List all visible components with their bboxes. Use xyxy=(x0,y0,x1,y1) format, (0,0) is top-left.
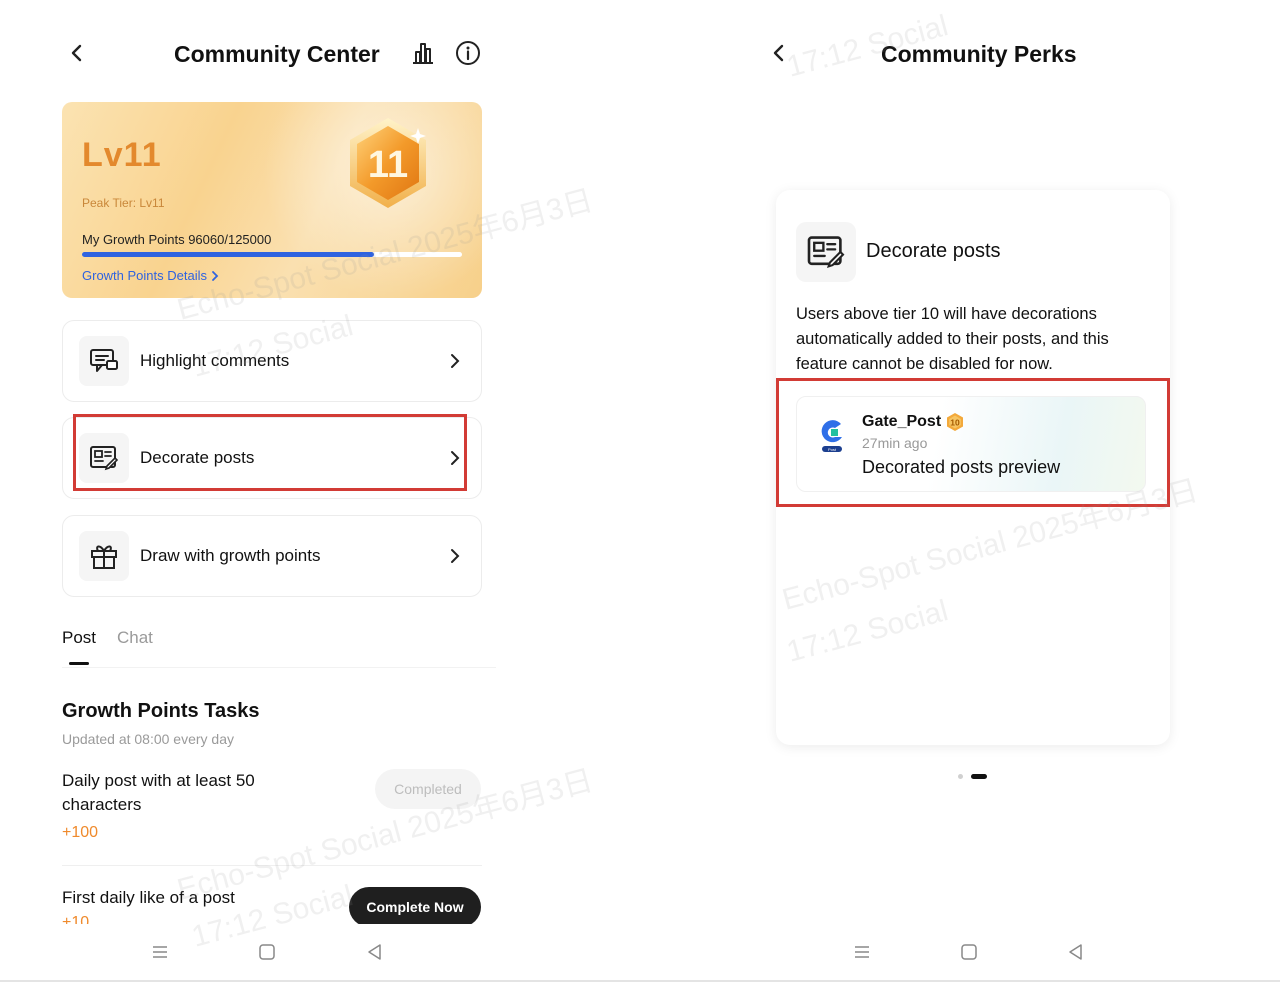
perk-title: Decorate posts xyxy=(866,240,1001,262)
triangle-back-icon xyxy=(368,944,381,960)
community-center-screen: Community Center Lv11 11 Peak Tier: Lv11… xyxy=(40,0,510,982)
community-perks-screen: Community Perks Decorate posts Users abo… xyxy=(748,0,1238,982)
chevron-left-icon xyxy=(71,44,82,62)
tab-divider xyxy=(62,667,496,668)
growth-points-details-link[interactable]: Growth Points Details xyxy=(82,268,219,283)
page-dot xyxy=(958,774,963,779)
section-subtitle: Updated at 08:00 every day xyxy=(62,731,235,747)
back-nav-button[interactable] xyxy=(1064,940,1088,964)
level-label: Lv11 xyxy=(82,136,162,174)
back-button[interactable] xyxy=(764,38,794,68)
active-tab-indicator xyxy=(69,662,89,665)
avatar: Post xyxy=(817,417,847,452)
stats-button[interactable] xyxy=(408,38,438,68)
page-title: Community Center xyxy=(174,41,380,67)
back-nav-button[interactable] xyxy=(363,940,387,964)
tier-badge-icon: 10 xyxy=(947,413,963,431)
gift-icon xyxy=(79,531,129,581)
task-points: +100 xyxy=(62,824,99,841)
preview-text: Decorated posts preview xyxy=(862,457,1061,477)
growth-points-details-label: Growth Points Details xyxy=(82,268,207,283)
square-icon xyxy=(961,944,977,960)
pagination-indicator xyxy=(958,774,987,779)
growth-progress-bar xyxy=(82,252,462,257)
menu-item-label: Highlight comments xyxy=(140,351,290,370)
info-button[interactable] xyxy=(453,38,483,68)
svg-text:11: 11 xyxy=(368,144,408,186)
chevron-right-icon xyxy=(447,548,463,564)
menu-item-label: Draw with growth points xyxy=(140,546,321,565)
tab-post[interactable]: Post xyxy=(62,628,96,648)
menu-icon xyxy=(855,946,869,958)
chevron-right-icon xyxy=(212,270,219,281)
decorate-post-icon xyxy=(79,433,129,483)
home-nav-button[interactable] xyxy=(957,940,981,964)
chevron-right-icon xyxy=(447,353,463,369)
divider xyxy=(62,865,482,866)
comment-highlight-icon xyxy=(79,336,129,386)
menu-icon xyxy=(153,946,167,958)
level-badge-icon: 11 xyxy=(350,118,426,208)
menu-item-highlight-comments[interactable]: Highlight comments xyxy=(62,320,482,402)
preview-username: Gate_Post xyxy=(862,413,942,430)
growth-progress-fill xyxy=(82,252,375,257)
section-title: Growth Points Tasks xyxy=(62,700,260,722)
task-description: Daily post with at least 50 characters xyxy=(62,771,255,814)
perk-card: Decorate posts Users above tier 10 will … xyxy=(776,190,1170,745)
preview-timestamp: 27min ago xyxy=(862,435,928,451)
info-icon xyxy=(456,41,480,65)
back-button[interactable] xyxy=(62,38,92,68)
menu-item-label: Decorate posts xyxy=(140,448,255,467)
menu-nav-button[interactable] xyxy=(148,940,172,964)
complete-now-button[interactable]: Complete Now xyxy=(349,887,481,927)
svg-text:Post: Post xyxy=(828,447,837,452)
page-dot-active xyxy=(971,774,987,779)
tab-chat[interactable]: Chat xyxy=(117,628,153,648)
bar-chart-icon xyxy=(413,43,433,64)
triangle-back-icon xyxy=(1069,944,1082,960)
task-description: First daily like of a post xyxy=(62,888,235,907)
menu-item-draw-growth-points[interactable]: Draw with growth points xyxy=(62,515,482,597)
page-title: Community Perks xyxy=(881,41,1077,67)
chevron-left-icon xyxy=(773,44,784,62)
svg-text:10: 10 xyxy=(950,418,960,428)
perk-description: Users above tier 10 will have decoration… xyxy=(796,305,1109,373)
square-icon xyxy=(259,944,275,960)
home-nav-button[interactable] xyxy=(255,940,279,964)
level-card: Lv11 11 Peak Tier: Lv11 My Growth Points… xyxy=(62,102,482,298)
chevron-right-icon xyxy=(447,450,463,466)
growth-points-label: My Growth Points 96060/125000 xyxy=(82,232,272,247)
menu-nav-button[interactable] xyxy=(850,940,874,964)
decorate-post-icon xyxy=(796,222,856,282)
decorated-post-preview: Post Gate_Post 10 27min ago Decorated po… xyxy=(796,396,1146,492)
completed-button: Completed xyxy=(375,769,481,809)
menu-item-decorate-posts[interactable]: Decorate posts xyxy=(62,417,482,499)
peak-tier-label: Peak Tier: Lv11 xyxy=(82,196,165,210)
